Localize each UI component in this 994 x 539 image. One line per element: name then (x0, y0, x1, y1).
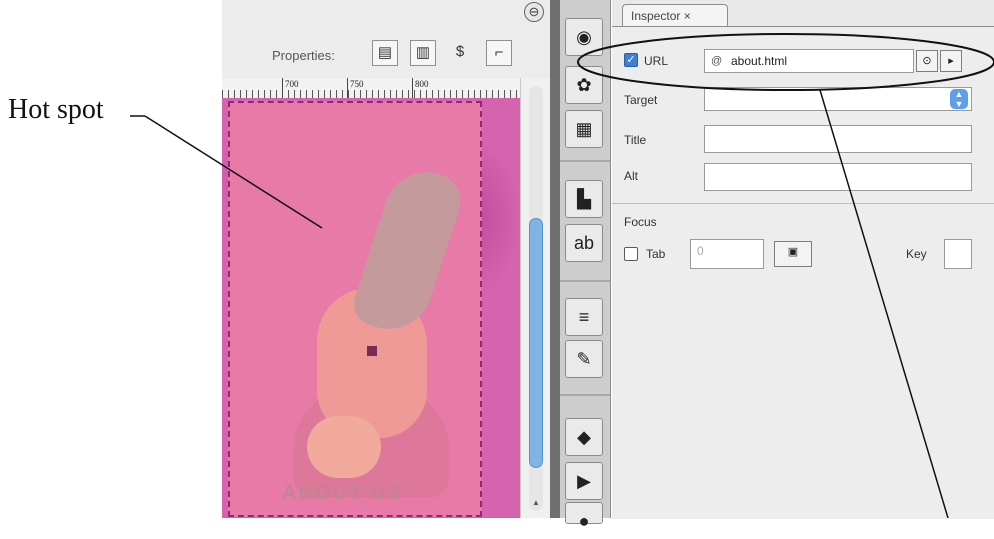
strip-divider (560, 280, 610, 282)
inspector-tab-label: Inspector (631, 9, 681, 23)
panel-collapse-icon[interactable]: ⊖ (524, 2, 544, 22)
scroll-up-arrow-icon[interactable]: ▲ (529, 498, 543, 508)
tab-checkbox[interactable] (624, 247, 638, 261)
dollar-icon[interactable]: $ (448, 40, 472, 64)
key-label: Key (906, 247, 927, 261)
palette-icon[interactable]: ✿ (565, 66, 603, 104)
target-label: Target (624, 93, 658, 107)
tab-order-button-icon[interactable]: ▣ (774, 241, 812, 267)
close-icon[interactable]: × (684, 9, 691, 23)
ruler-label: 800 (415, 79, 429, 89)
title-input[interactable] (704, 125, 972, 153)
ruler-major-tick (412, 78, 413, 98)
browse-folder-icon[interactable]: ⊙ (916, 50, 938, 72)
layers-icon[interactable]: ◆ (565, 418, 603, 456)
hot-spot-callout-label: Hot spot (8, 94, 104, 125)
spellcheck-icon[interactable]: ab (565, 224, 603, 262)
target-select[interactable]: ▲ ▼ (704, 87, 972, 111)
title-label: Title (624, 133, 647, 147)
layout-icon[interactable]: ▥ (410, 40, 436, 66)
ruler-ticks (222, 90, 520, 98)
swatches-icon[interactable]: ▦ (565, 110, 603, 148)
ruler-label: 750 (350, 79, 364, 89)
canvas-image-cup (307, 416, 381, 478)
panel-icon-strip: ◉ ✿ ▦ ▙ ab ≡ ✎ ◆ ▶ ● (560, 0, 611, 531)
eye-icon[interactable]: ◉ (565, 18, 603, 56)
code-icon[interactable]: ⌐ (486, 40, 512, 66)
target-dropdown-stepper-icon[interactable]: ▲ ▼ (950, 89, 968, 109)
ruler-label: 700 (285, 79, 299, 89)
properties-label: Properties: (272, 48, 335, 63)
tab-inspector[interactable]: Inspector × (622, 4, 728, 26)
url-label: URL (644, 54, 669, 68)
url-at-icon: @ (711, 55, 723, 67)
properties-toolbar: Properties: ▤ ▥ $ ⌐ (222, 30, 550, 79)
tab-index-input[interactable]: 0 (690, 239, 764, 269)
scrollbar-thumb[interactable] (529, 218, 543, 468)
alt-label: Alt (624, 169, 639, 183)
tab-index-label: Tab (646, 247, 666, 261)
focus-section-label: Focus (624, 215, 657, 229)
alt-input[interactable] (704, 163, 972, 191)
strip-divider (560, 394, 610, 396)
editor-title-strip: ⊖ (222, 0, 550, 31)
url-value: about.html (731, 54, 788, 68)
url-field[interactable]: @ about.html (704, 49, 914, 73)
ruler-major-tick (347, 78, 348, 98)
play-icon[interactable]: ▶ (565, 462, 603, 500)
ruler-major-tick (282, 78, 283, 98)
inspector-body: ✓ URL @ about.html ⊙ ▸ Target ▲ ▼ Title A… (612, 26, 994, 519)
strip-divider (560, 160, 610, 162)
design-canvas[interactable]: ABOUT US (222, 98, 520, 518)
align-icon[interactable]: ▙ (565, 180, 603, 218)
document-editor: ⊖ Properties: ▤ ▥ $ ⌐ 700 750 800 ABOUT … (222, 0, 551, 518)
page-icon[interactable]: ▤ (372, 40, 398, 66)
section-divider (612, 203, 994, 204)
inspector-panel: Inspector × ✓ URL @ about.html ⊙ ▸ Targe… (612, 0, 994, 519)
canvas-image-caption: ABOUT US (282, 482, 403, 504)
arrow-right-icon[interactable]: ▸ (940, 50, 962, 72)
vertical-scrollbar[interactable]: ▲ (520, 78, 551, 518)
timeline-icon[interactable]: ● (565, 502, 603, 531)
horizontal-ruler: 700 750 800 (222, 78, 520, 99)
canvas-image-marker (367, 346, 377, 356)
list-icon[interactable]: ≡ (565, 298, 603, 336)
panel-splitter[interactable] (550, 0, 560, 518)
access-key-input[interactable] (944, 239, 972, 269)
url-checkbox[interactable]: ✓ (624, 53, 638, 67)
brush-icon[interactable]: ✎ (565, 340, 603, 378)
